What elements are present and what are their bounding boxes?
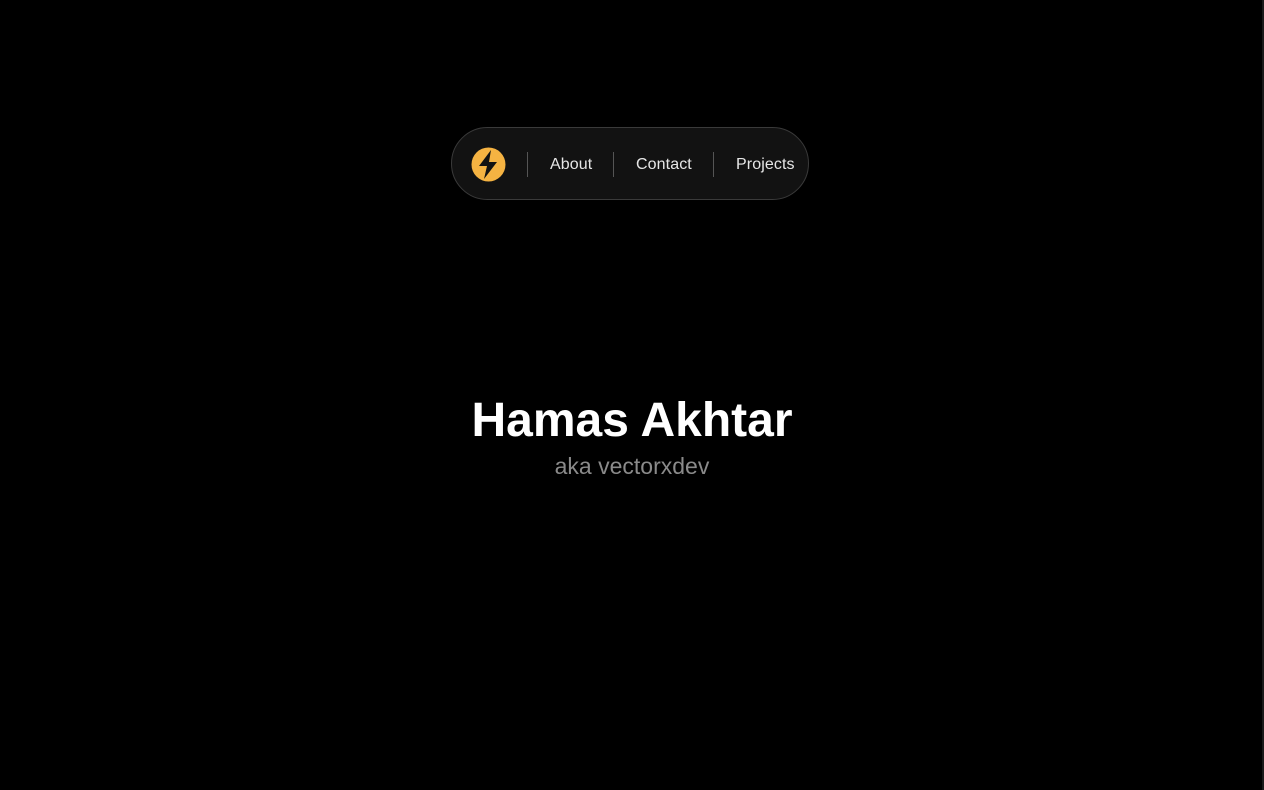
- nav-link-contact[interactable]: Contact: [636, 128, 692, 201]
- page: About Contact Projects Hamas Akhtar aka …: [0, 0, 1264, 790]
- nav-link-projects[interactable]: Projects: [736, 128, 795, 201]
- hero-subtitle: aka vectorxdev: [554, 453, 710, 479]
- hero-title: Hamas Akhtar: [471, 394, 793, 447]
- nav-divider: [713, 152, 714, 177]
- lightning-bolt-icon[interactable]: [471, 147, 506, 182]
- nav-divider: [527, 152, 528, 177]
- nav-divider: [613, 152, 614, 177]
- nav-link-about[interactable]: About: [550, 128, 592, 201]
- nav-pill: About Contact Projects: [451, 127, 809, 200]
